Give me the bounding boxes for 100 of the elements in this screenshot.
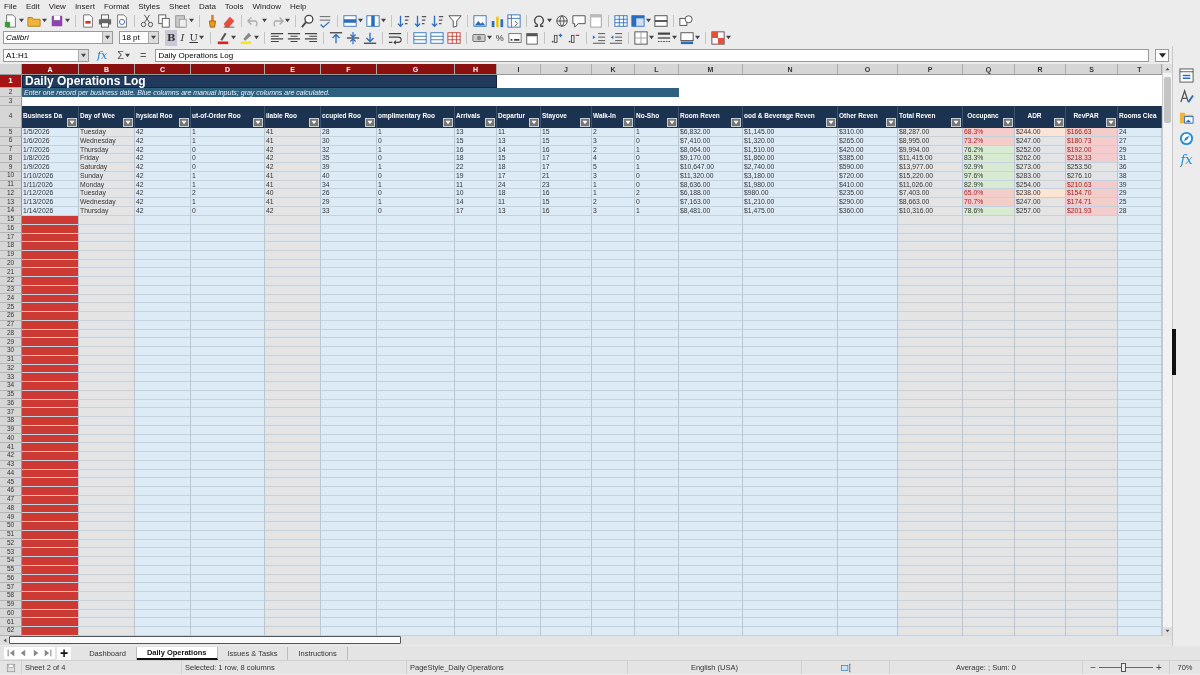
next-sheet-button[interactable] [31,648,40,658]
document-icon [81,13,95,28]
conditional-format-button[interactable] [709,29,732,46]
center-vertically-button[interactable] [344,29,361,46]
unmerge-cells-button[interactable] [445,29,462,46]
caret-icon [888,120,894,125]
filter-dropdown-button[interactable] [1106,118,1116,127]
print-area-button[interactable] [613,12,629,29]
caret-icon [2,637,7,643]
filter-dropdown-button[interactable] [309,118,319,127]
print-preview-button[interactable] [114,12,130,29]
caret-icon [1056,120,1062,125]
scrollbar-thumb[interactable] [9,636,401,644]
sort-icon [431,13,445,28]
comment-button[interactable] [571,12,587,29]
print-button[interactable] [97,12,113,29]
zoom-out-button[interactable]: − [1087,662,1099,673]
menu-item[interactable]: File [4,1,17,11]
freeze-panes-button[interactable] [630,12,652,29]
underline-button[interactable]: U [187,29,206,46]
column-button[interactable] [365,12,387,29]
cut-button[interactable] [139,12,155,29]
sidebar-handle[interactable] [1172,329,1176,375]
filter-dropdown-button[interactable] [667,118,677,127]
name-box[interactable]: A1:H1 [3,48,89,62]
expand-formula-button[interactable] [1155,48,1169,62]
menu-item[interactable]: Data [198,1,216,11]
scroll-left-button[interactable] [0,635,9,645]
menu-item[interactable]: Edit [25,1,40,11]
percent-button[interactable]: % [493,29,506,46]
zoom-slider-thumb[interactable] [1121,663,1127,672]
border-color-button[interactable] [678,29,701,46]
merge-center-button[interactable] [411,29,428,46]
formula-input[interactable]: Daily Operations Log [154,48,1149,62]
filter-dropdown-button[interactable] [365,118,375,127]
caret-icon [189,18,194,23]
paste-button[interactable] [173,12,195,29]
copy-icon [157,13,171,28]
shapes-button[interactable] [678,12,694,29]
new-document-button[interactable] [3,12,25,29]
filter-dropdown-button[interactable] [731,118,741,127]
bold-button[interactable]: B [165,29,178,46]
scrollbar-thumb[interactable] [1164,77,1171,123]
zoom-in-button[interactable]: + [1153,662,1165,673]
autofilter-button[interactable] [447,12,463,29]
filter-dropdown-button[interactable] [951,118,961,127]
filter-dropdown-button[interactable] [179,118,189,127]
triangle-right-icon [31,648,40,658]
scroll-down-button[interactable] [1163,626,1172,636]
menu-item[interactable]: Insert [74,1,95,11]
function-wizard-button[interactable]: fx [95,48,110,62]
previous-sheet-button[interactable] [19,648,28,658]
filter-dropdown-button[interactable] [580,118,590,127]
properties-deck-button[interactable] [1179,68,1194,83]
filter-dropdown-button[interactable] [623,118,633,127]
menu-item[interactable]: Styles [138,1,161,11]
align-top-button[interactable] [327,29,344,46]
menu-item[interactable]: Sheet [169,1,190,11]
filter-dropdown-button[interactable] [826,118,836,127]
row-button[interactable] [342,12,364,29]
menu-item[interactable]: Tools [224,1,244,11]
navigator-deck-button[interactable] [1179,131,1194,146]
filter-dropdown-button[interactable] [886,118,896,127]
caret-icon [262,18,267,23]
menu-item[interactable]: Format [103,1,130,11]
selection-mode-button[interactable] [838,662,853,673]
row-header[interactable]: 1 [0,75,22,88]
insert-image-button[interactable] [472,12,488,29]
menu-item[interactable]: View [48,1,66,11]
italic-button[interactable]: I [178,29,187,46]
find-replace-button[interactable] [300,12,316,29]
copy-button[interactable] [156,12,172,29]
gallery-deck-button[interactable] [1179,110,1194,125]
split-window-button[interactable] [653,12,669,29]
filter-dropdown-button[interactable] [67,118,77,127]
menu-item[interactable]: Window [252,1,281,11]
wrap-text-icon [387,30,402,45]
filter-dropdown-button[interactable] [253,118,263,127]
caret-icon [1165,629,1170,633]
caret-icon [19,18,24,23]
last-sheet-button[interactable] [43,648,52,658]
filter-dropdown-button[interactable] [485,118,495,127]
add-sheet-button[interactable]: + [57,646,72,660]
hyperlink-button[interactable] [554,12,570,29]
font-name-field[interactable]: Calibri [3,31,113,44]
filter-dropdown-button[interactable] [1054,118,1064,127]
merge-cells-button[interactable] [428,29,445,46]
formula-button[interactable]: = [138,49,149,61]
filter-dropdown-button[interactable] [1003,118,1013,127]
scroll-up-button[interactable] [1163,64,1172,73]
document-icon [4,13,18,28]
filter-dropdown-button[interactable] [123,118,133,127]
export-pdf-button[interactable] [80,12,96,29]
filter-dropdown-button[interactable] [443,118,453,127]
pivot-table-button[interactable] [506,12,522,29]
sum-button[interactable]: Σ [115,49,133,61]
menu-item[interactable]: Help [290,1,307,11]
first-sheet-button[interactable] [7,648,16,658]
font-size-field[interactable]: 18 pt [119,31,159,44]
filter-dropdown-button[interactable] [529,118,539,127]
